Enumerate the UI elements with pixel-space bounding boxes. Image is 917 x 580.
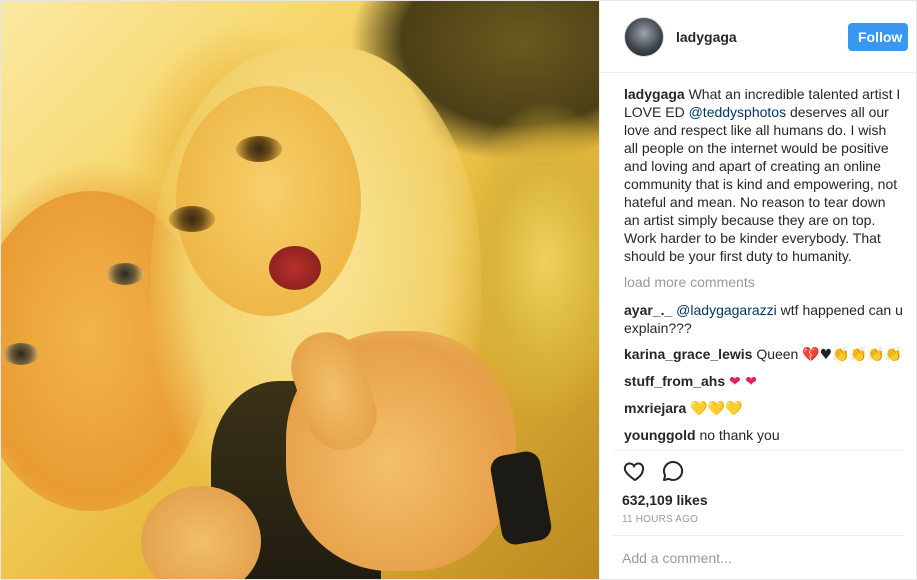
yellow-heart-icon: 💛 — [707, 401, 726, 417]
comment-text: Queen — [756, 346, 803, 362]
comment-bubble-icon[interactable] — [660, 458, 686, 484]
heart-icon: ❤ — [745, 374, 757, 390]
comment-username[interactable]: mxriejara — [624, 400, 686, 416]
add-comment-bar — [612, 535, 904, 579]
emoji-group: 💛💛💛 — [690, 401, 742, 417]
follow-button[interactable]: Follow — [848, 22, 908, 51]
comment-text: no thank you — [699, 427, 780, 443]
black-heart-icon: ♥ — [819, 347, 833, 363]
comment: younggold no thank you — [624, 426, 904, 444]
clap-icon: 👏 — [832, 347, 850, 363]
instagram-post: ladygaga Follow ladygaga What an incredi… — [0, 0, 917, 580]
like-heart-icon[interactable] — [622, 458, 648, 484]
post-sidebar: ladygaga Follow ladygaga What an incredi… — [599, 1, 916, 579]
broken-heart-icon: 💔 — [802, 347, 820, 363]
caption: ladygaga What an incredible talented art… — [624, 85, 904, 265]
comment-username[interactable]: younggold — [624, 427, 696, 443]
comment: karina_grace_lewis Queen 💔♥👏👏👏👏 — [624, 345, 904, 364]
comment-username[interactable]: ayar_._ — [624, 302, 672, 318]
action-bar — [612, 450, 904, 490]
comment-mention[interactable]: @ladygagarazzi — [676, 302, 777, 318]
comment: ayar_._ @ladygagarazzi wtf happened can … — [624, 301, 904, 337]
comment-username[interactable]: karina_grace_lewis — [624, 346, 752, 362]
likes-count[interactable]: 632,109 likes — [600, 492, 916, 508]
comment: mxriejara 💛💛💛 — [624, 399, 904, 418]
clap-icon: 👏 — [867, 347, 885, 363]
caption-text-end: deserves all our love and respect like a… — [624, 104, 898, 264]
author-username[interactable]: ladygaga — [676, 29, 737, 45]
emoji-group: ❤ ❤ — [729, 374, 757, 390]
comment: stuff_from_ahs ❤ ❤ — [624, 372, 904, 391]
add-comment-input[interactable] — [622, 549, 904, 566]
post-timestamp[interactable]: 11 HOURS AGO — [600, 508, 916, 525]
clap-icon: 👏 — [884, 347, 902, 363]
emoji-group: 💔♥👏👏👏👏 — [802, 347, 902, 363]
heart-icon: ❤ — [729, 374, 741, 390]
load-more-comments-link[interactable]: load more comments — [624, 273, 904, 291]
profile-avatar-icon[interactable] — [624, 16, 664, 57]
yellow-heart-icon: 💛 — [690, 401, 708, 417]
post-header: ladygaga Follow — [600, 1, 916, 73]
clap-icon: 👏 — [849, 347, 868, 363]
comments-section: ladygaga What an incredible talented art… — [600, 73, 916, 450]
post-photo[interactable] — [1, 1, 599, 579]
yellow-heart-icon: 💛 — [725, 401, 743, 417]
caption-username[interactable]: ladygaga — [624, 86, 685, 102]
caption-mention[interactable]: @teddysphotos — [689, 104, 787, 120]
comment-username[interactable]: stuff_from_ahs — [624, 373, 725, 389]
